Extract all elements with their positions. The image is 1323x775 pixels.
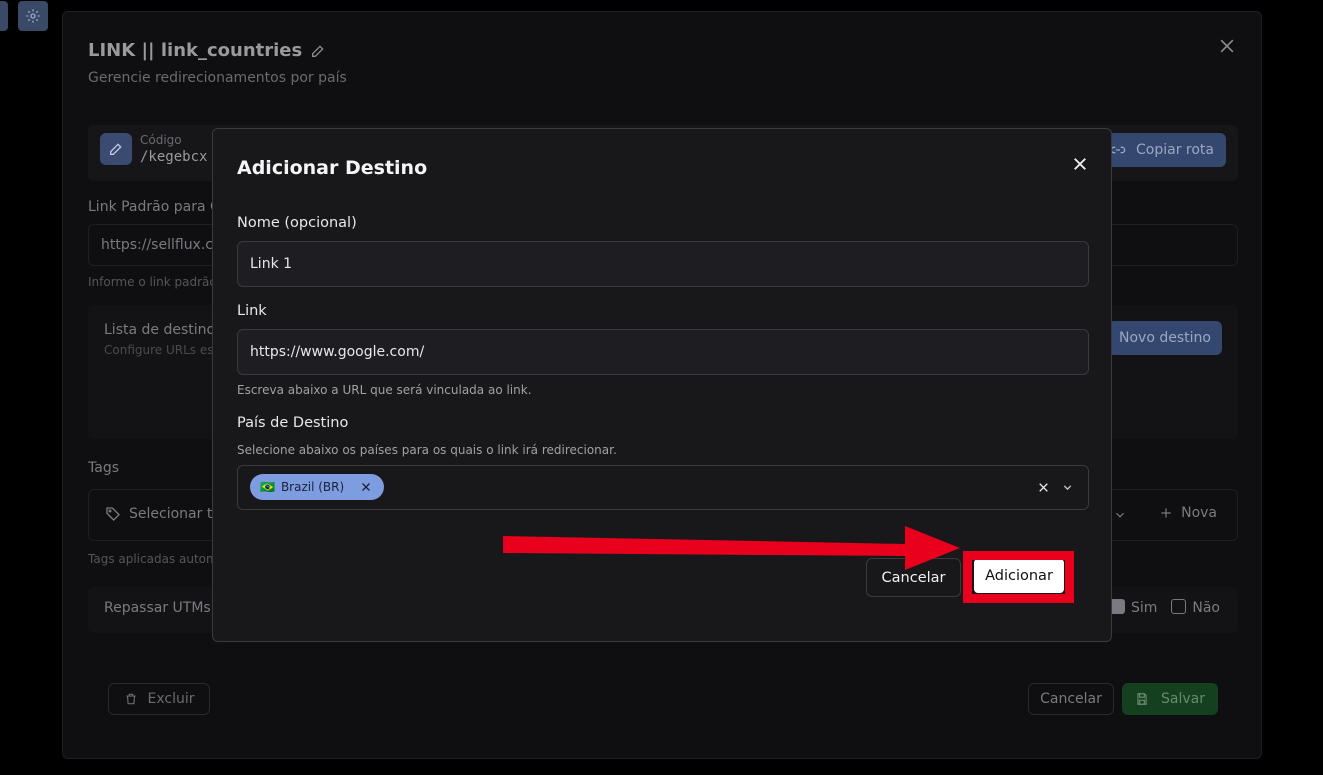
annotation-highlight-box (963, 551, 1074, 603)
annotation-arrow (503, 526, 960, 570)
arrow-shape (503, 526, 960, 570)
